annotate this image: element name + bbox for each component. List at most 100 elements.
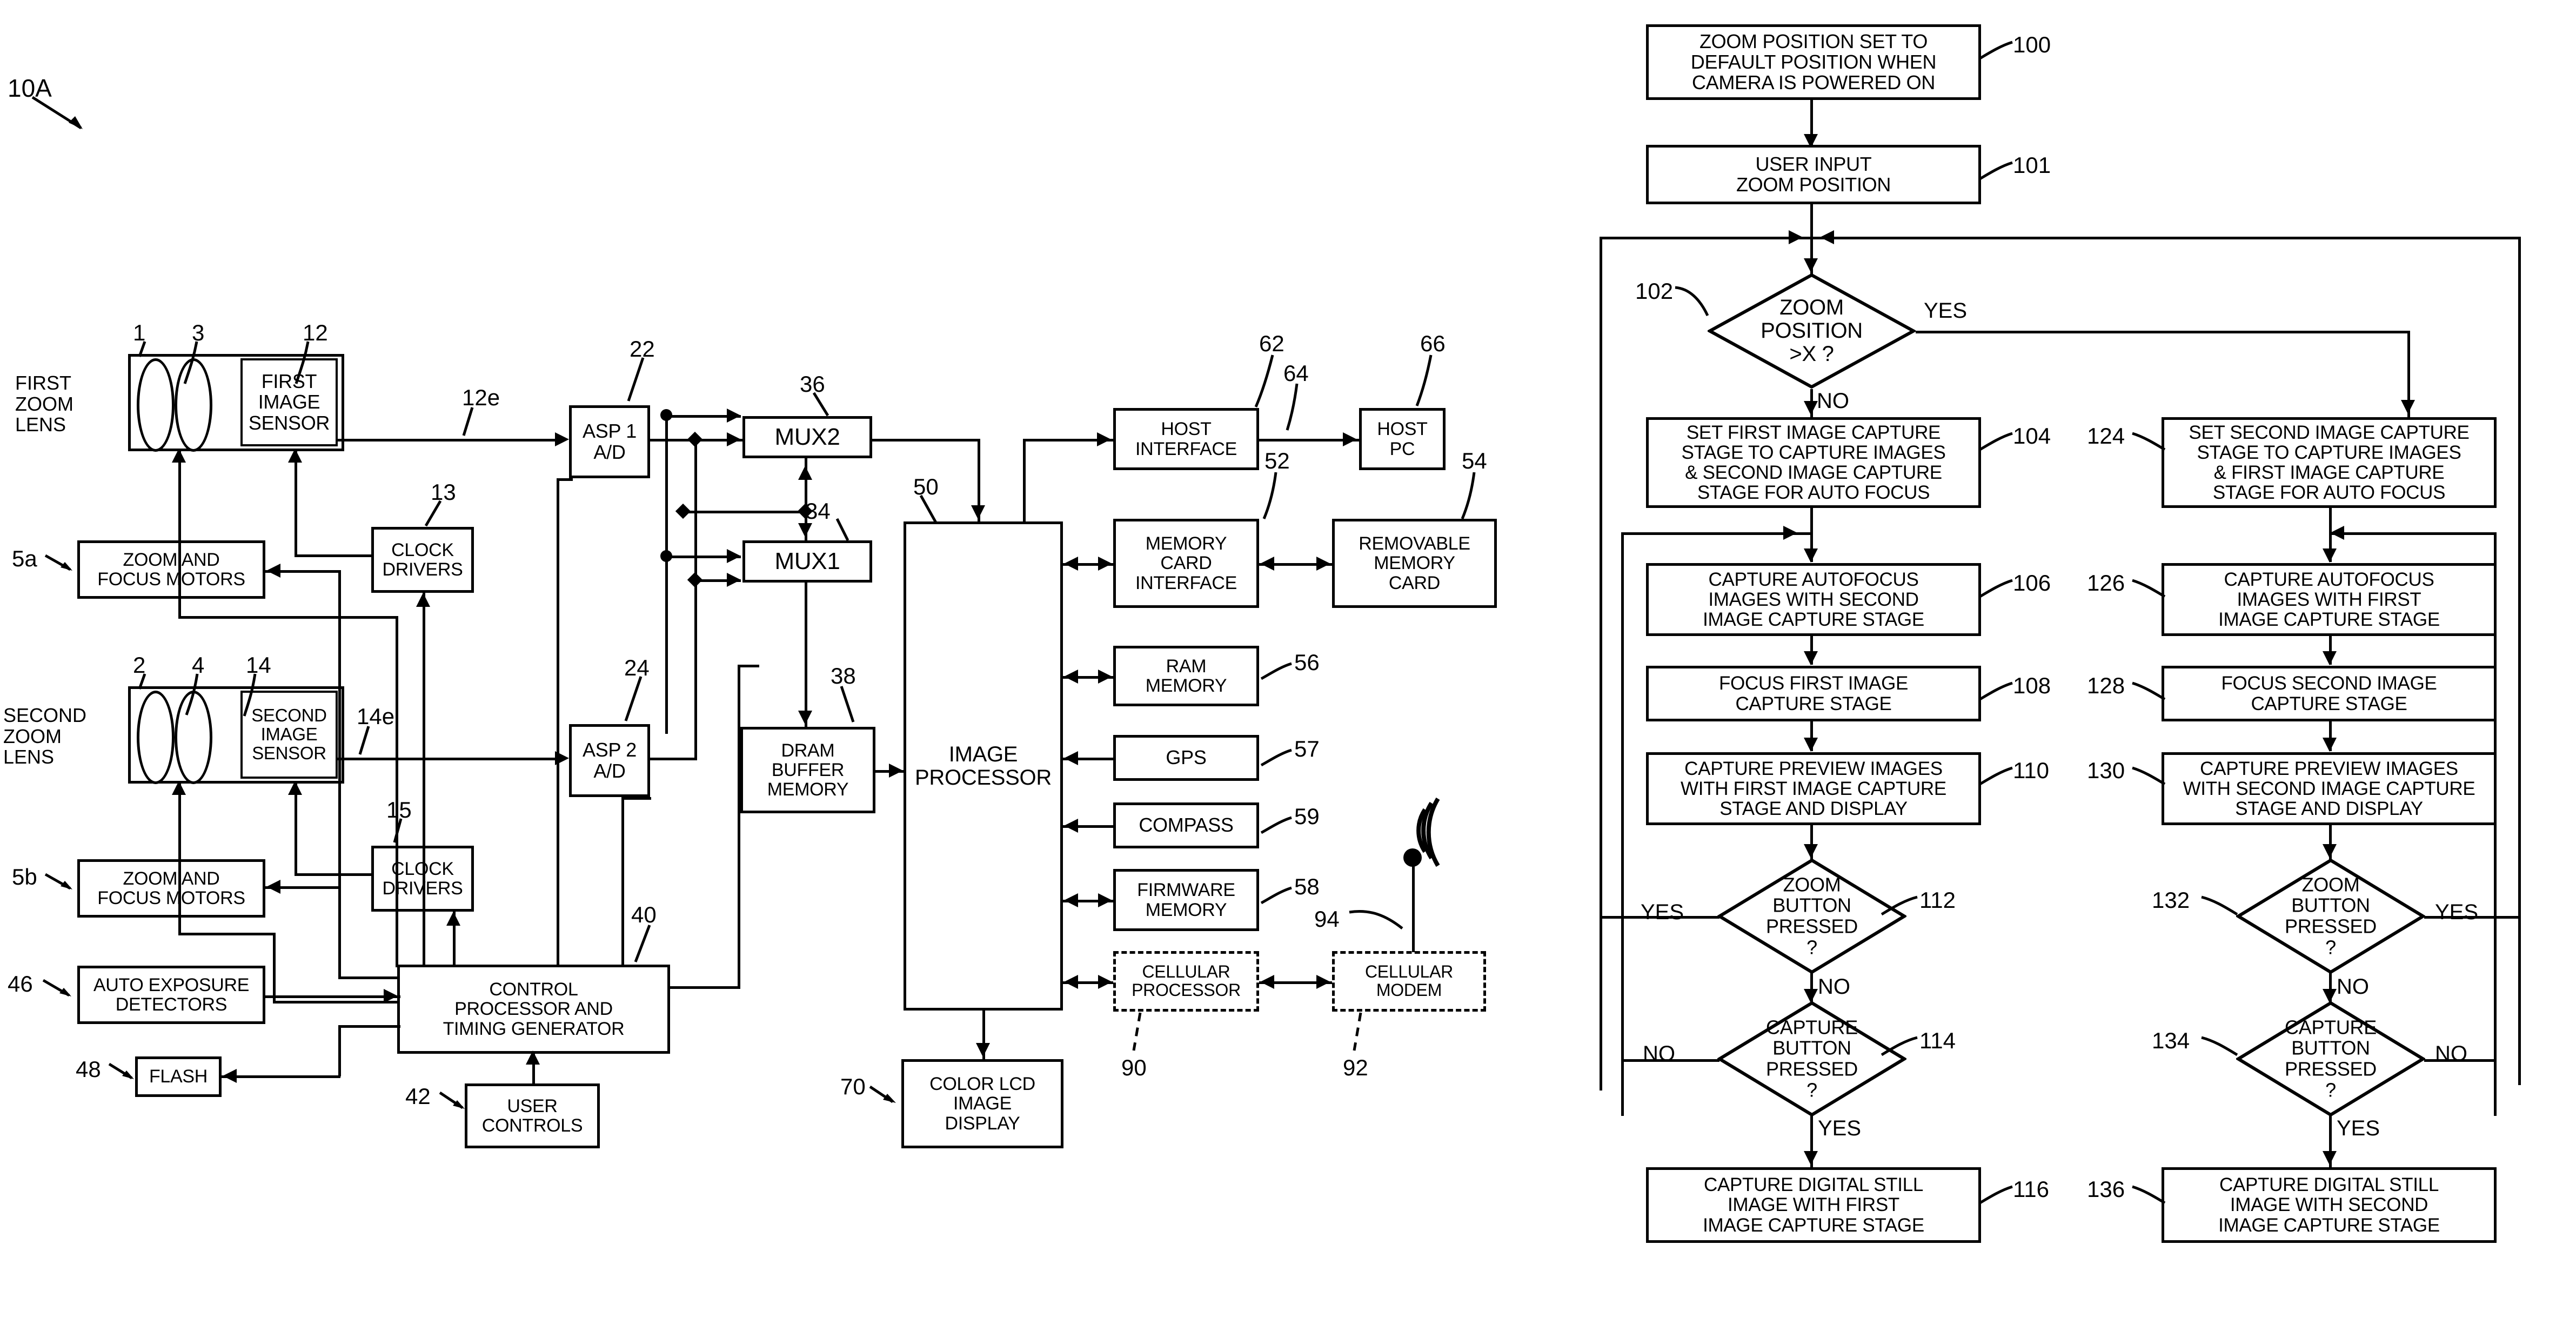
step-110-line2: WITH FIRST IMAGE CAPTURE xyxy=(1681,778,1946,799)
decision-112-text: ZOOM BUTTON PRESSED ? xyxy=(1717,874,1906,959)
wire-motors-a-to-cp xyxy=(338,976,399,979)
ref-50-leader-icon xyxy=(919,494,938,524)
arrow-102-yes-to-124 xyxy=(2401,400,2415,414)
mux2-box: MUX2 xyxy=(742,416,872,458)
arrow-134-yes-to-136 xyxy=(2323,1151,2337,1165)
user-controls-line2: CONTROLS xyxy=(481,1115,583,1136)
step-130-line3: STAGE AND DISPLAY xyxy=(2235,798,2423,820)
arrow-104-to-106 xyxy=(1804,548,1818,563)
decision-134-text: CAPTURE BUTTON PRESSED ? xyxy=(2236,1016,2425,1101)
arrow-clock2-to-sensor2 xyxy=(288,781,302,795)
arrow-101-to-102 xyxy=(1804,258,1818,272)
step-126-line1: CAPTURE AUTOFOCUS xyxy=(2224,568,2434,590)
mux2-label: MUX2 xyxy=(774,423,840,450)
step-126-line2: IMAGES WITH FIRST xyxy=(2237,588,2421,610)
first-image-sensor-line2: IMAGE xyxy=(258,391,320,413)
ref-110-leader-icon xyxy=(1979,766,2013,786)
ref-124-label: 124 xyxy=(2087,423,2125,449)
wire-clock2-horiz xyxy=(295,873,373,876)
host-interface-box: HOST INTERFACE xyxy=(1113,408,1259,470)
ref-42-label: 42 xyxy=(405,1083,431,1109)
host-pc-line1: HOST xyxy=(1377,419,1428,440)
ref-34-leader-icon xyxy=(835,518,849,541)
ref-52-label: 52 xyxy=(1264,448,1290,473)
ref-66-leader-icon xyxy=(1415,354,1433,406)
ref-5a-label: 5a xyxy=(12,546,37,571)
asp2-line1: ASP 2 xyxy=(583,739,637,761)
wire-cp-to-flash-drop xyxy=(338,1025,341,1076)
wire-132-yes xyxy=(2424,916,2520,919)
arrow-asp2-to-mux2 xyxy=(727,432,741,446)
ram-memory-line1: RAM xyxy=(1166,655,1207,677)
arrow-asp1-to-mux2 xyxy=(727,409,741,423)
step-112-line2: BUTTON xyxy=(1772,894,1851,916)
wire-ae-to-cp xyxy=(265,995,400,998)
first-lens-element-front-icon xyxy=(137,358,175,452)
firmware-memory-line2: MEMORY xyxy=(1145,899,1227,920)
arrow-130-to-132 xyxy=(2323,844,2337,858)
color-lcd-line2: IMAGE xyxy=(953,1093,1012,1114)
ref-48-label: 48 xyxy=(76,1056,101,1082)
flow-decision-102: ZOOM POSITION >X ? xyxy=(1708,273,1916,389)
second-image-sensor-line2: IMAGE xyxy=(260,724,318,745)
arrow-cellproc-to-ip xyxy=(1064,975,1078,989)
ref-38-leader-icon xyxy=(840,686,855,722)
ref-100-leader-icon xyxy=(1979,41,2013,60)
step-100-line2: DEFAULT POSITION WHEN xyxy=(1690,50,1937,73)
arrow-cp-to-motors-a xyxy=(266,564,280,578)
step-136-line3: IMAGE CAPTURE STAGE xyxy=(2218,1214,2440,1236)
ref-92-leader-icon xyxy=(1353,1012,1362,1051)
color-lcd-line3: DISPLAY xyxy=(945,1113,1020,1134)
decision-112-yes-label: YES xyxy=(1641,900,1684,924)
gps-label: GPS xyxy=(1166,746,1207,769)
arrow-cp-to-flash xyxy=(223,1069,237,1083)
step-116-line2: IMAGE WITH FIRST xyxy=(1728,1194,1899,1216)
dram-line3: MEMORY xyxy=(767,779,849,800)
ref-101-label: 101 xyxy=(2013,152,2051,178)
arrow-inner-loop-right-return xyxy=(2330,526,2344,540)
arrow-110-to-112 xyxy=(1804,844,1818,858)
wire-clock2-to-sensor2 xyxy=(295,784,297,875)
mux1-label: MUX1 xyxy=(774,547,840,574)
flow-step-128-box: FOCUS SECOND IMAGE CAPTURE STAGE xyxy=(2162,666,2497,721)
ref-126-label: 126 xyxy=(2087,570,2125,596)
memory-card-interface-line1: MEMORY xyxy=(1145,533,1227,554)
wire-asp2-control xyxy=(621,797,624,967)
flow-step-126-box: CAPTURE AUTOFOCUS IMAGES WITH FIRST IMAG… xyxy=(2162,563,2497,636)
ref-108-label: 108 xyxy=(2013,673,2051,698)
decision-102-yes-label: YES xyxy=(1924,299,1968,323)
step-116-line1: CAPTURE DIGITAL STILL xyxy=(1703,1174,1923,1196)
ref-14e-label: 14e xyxy=(357,704,395,729)
step-104-line3: & SECOND IMAGE CAPTURE xyxy=(1685,462,1942,483)
wire-lens2-riser xyxy=(273,933,276,1003)
ref-130-leader-icon xyxy=(2132,766,2166,786)
ref-106-label: 106 xyxy=(2013,570,2051,596)
ref-126-leader-icon xyxy=(2132,579,2166,598)
flow-decision-114: CAPTURE BUTTON PRESSED ? xyxy=(1717,1001,1906,1117)
decision-132-text: ZOOM BUTTON PRESSED ? xyxy=(2236,874,2425,959)
mux1-box: MUX1 xyxy=(742,540,872,583)
step-134-line3: PRESSED xyxy=(2285,1058,2377,1080)
flow-step-130-box: CAPTURE PREVIEW IMAGES WITH SECOND IMAGE… xyxy=(2162,752,2497,825)
first-zoom-lens-line3: LENS xyxy=(15,413,66,436)
wire-clock1-to-lens1 xyxy=(178,451,181,619)
step-114-line4: ? xyxy=(1806,1079,1817,1101)
wire-motors-b-riser xyxy=(338,886,341,978)
arrow-124-to-126 xyxy=(2323,548,2337,563)
step-104-line4: STAGE FOR AUTO FOCUS xyxy=(1697,482,1930,504)
dram-buffer-memory-box: DRAM BUFFER MEMORY xyxy=(740,727,875,813)
step-112-line1: ZOOM xyxy=(1783,873,1841,895)
wire-asp2-out xyxy=(648,758,697,760)
ref-5a-leader-icon xyxy=(44,554,72,571)
ref-64-label: 64 xyxy=(1283,360,1309,386)
ref-59-leader-icon xyxy=(1260,816,1292,834)
second-zoom-lens-line2: ZOOM xyxy=(3,725,62,747)
cellular-modem-line2: MODEM xyxy=(1376,980,1442,1000)
arrow-cp-to-clock1 xyxy=(416,593,430,607)
step-134-line4: ? xyxy=(2325,1079,2336,1101)
ref-92-label: 92 xyxy=(1343,1055,1368,1080)
step-100-line3: CAMERA IS POWERED ON xyxy=(1691,71,1936,94)
ref-48-leader-icon xyxy=(108,1062,134,1080)
control-processor-line1: CONTROL xyxy=(489,979,578,1000)
ref-14e-leader-icon xyxy=(358,726,370,755)
